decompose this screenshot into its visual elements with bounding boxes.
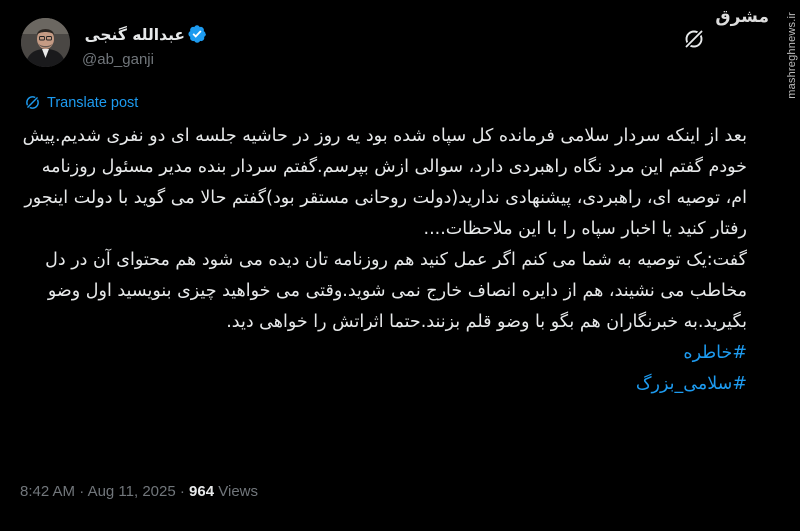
avatar-photo: [21, 18, 70, 67]
meta-separator: ·: [79, 483, 85, 500]
author-handle[interactable]: @ab_ganji: [82, 51, 154, 68]
translate-post-label: Translate post: [47, 94, 139, 111]
watermark-site: mashreghnews.ir: [786, 12, 798, 99]
post-meta: 8:42 AM · Aug 11, 2025 · 964 Views: [20, 483, 258, 500]
hashtag-link[interactable]: #خاطره: [20, 338, 747, 369]
avatar[interactable]: [21, 18, 70, 67]
views-count: 964: [189, 483, 215, 500]
meta-separator: ·: [179, 483, 185, 500]
translate-post-link[interactable]: Translate post: [24, 94, 138, 111]
translate-icon: [26, 96, 39, 109]
post-text: بعد از اینکه سردار سلامی فرمانده کل سپاه…: [20, 121, 747, 400]
post-paragraph: بعد از اینکه سردار سلامی فرمانده کل سپاه…: [22, 126, 747, 239]
grok-icon[interactable]: [682, 27, 706, 51]
views-label: Views: [218, 483, 258, 500]
verified-badge-icon: [188, 25, 206, 43]
post-time[interactable]: 8:42 AM: [20, 483, 75, 500]
post-date[interactable]: Aug 11, 2025: [88, 483, 176, 500]
post-paragraph: گفت:یک توصیه به شما می کنم اگر عمل کنید …: [45, 250, 747, 332]
watermark-logo: مشرق: [715, 7, 769, 27]
hashtag-link[interactable]: #سلامی_بزرگ: [20, 369, 747, 400]
author-name[interactable]: عبدالله گنجی: [85, 26, 185, 44]
